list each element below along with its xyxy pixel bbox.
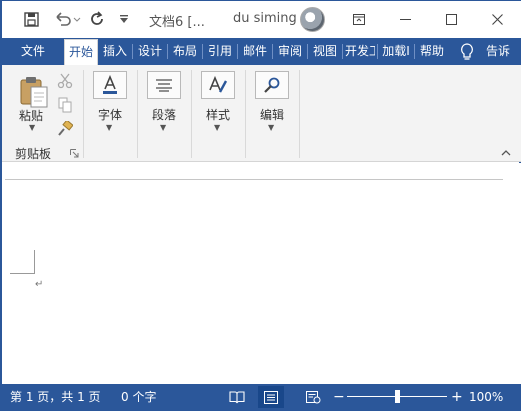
avatar[interactable] <box>300 7 325 32</box>
group-separator <box>299 70 300 158</box>
maximize-icon[interactable] <box>428 1 474 38</box>
group-separator <box>137 70 138 158</box>
read-mode-icon[interactable] <box>224 386 250 408</box>
editing-dropdown-icon[interactable]: ▼ <box>268 123 274 132</box>
editing-group-button[interactable]: 编辑 <box>259 106 285 123</box>
tab-file[interactable]: 文件 <box>2 38 64 65</box>
page-top-edge <box>5 179 503 180</box>
page-count[interactable]: 第 1 页，共 1 页 <box>10 384 101 410</box>
tab-home[interactable]: 开始 <box>64 39 98 65</box>
tab-help[interactable]: 帮助 <box>417 38 447 65</box>
clipboard-launcher-icon[interactable] <box>70 147 79 158</box>
clipboard-group-label: 剪贴板 <box>15 147 52 161</box>
tab-separator <box>167 44 168 59</box>
group-separator <box>245 70 246 158</box>
font-group-button[interactable]: 字体 <box>97 106 123 123</box>
margin-corner-mark <box>10 250 35 274</box>
ribbon-display-options-icon[interactable] <box>336 1 382 38</box>
lightbulb-icon[interactable] <box>457 43 477 61</box>
styles-dropdown-icon[interactable]: ▼ <box>214 123 220 132</box>
paste-button[interactable]: 粘贴 <box>19 107 43 124</box>
zoom-in-button[interactable]: + <box>451 384 463 410</box>
tab-separator <box>272 44 273 59</box>
tab-separator <box>377 44 378 59</box>
font-dropdown-icon[interactable]: ▼ <box>106 123 112 132</box>
tab-mailings[interactable]: 邮件 <box>240 38 270 65</box>
close-icon[interactable] <box>474 1 520 38</box>
paragraph-dropdown-icon[interactable]: ▼ <box>160 123 166 132</box>
collapse-ribbon-icon[interactable] <box>501 149 511 159</box>
paragraph-group-button[interactable]: 段落 <box>151 106 177 123</box>
tab-layout[interactable]: 布局 <box>170 38 200 65</box>
font-group-icon[interactable] <box>93 71 127 99</box>
document-title: 文档6 [... <box>149 15 205 30</box>
tab-view[interactable]: 视图 <box>310 38 340 65</box>
tab-separator <box>414 44 415 59</box>
styles-group-icon[interactable] <box>201 71 235 99</box>
redo-icon[interactable] <box>88 10 106 28</box>
title-bar: 文档6 [... du siming <box>2 1 521 38</box>
ribbon-tab-bar: 文件 开始 插入 设计 布局 引用 邮件 审阅 视图 开发工 加载I 帮助 告诉 <box>2 38 521 65</box>
tab-review[interactable]: 审阅 <box>275 38 305 65</box>
tab-design[interactable]: 设计 <box>135 38 165 65</box>
group-separator <box>83 70 84 158</box>
tab-separator <box>237 44 238 59</box>
status-bar: 第 1 页，共 1 页 0 个字 − + 100% <box>2 384 521 410</box>
paste-dropdown-icon[interactable]: ▼ <box>29 123 35 132</box>
tab-references[interactable]: 引用 <box>205 38 235 65</box>
editing-group-icon[interactable] <box>255 71 289 99</box>
paste-icon[interactable] <box>18 75 50 111</box>
save-icon[interactable] <box>22 10 40 28</box>
print-layout-icon[interactable] <box>258 386 284 408</box>
tab-separator <box>342 44 343 59</box>
tell-me-input[interactable]: 告诉 <box>486 38 510 65</box>
tab-developer[interactable]: 开发工 <box>345 38 375 65</box>
minimize-icon[interactable] <box>382 1 428 38</box>
group-separator <box>191 70 192 158</box>
word-count[interactable]: 0 个字 <box>121 384 156 410</box>
zoom-out-button[interactable]: − <box>333 384 345 410</box>
web-layout-icon[interactable] <box>300 386 326 408</box>
tab-separator <box>132 44 133 59</box>
ribbon-home: 粘贴 ▼ 剪贴板 字体 ▼ 段落 ▼ 样式 ▼ 编辑 ▼ <box>2 65 521 162</box>
tab-separator <box>307 44 308 59</box>
user-name[interactable]: du siming <box>233 11 297 26</box>
word-window: 文档6 [... du siming 文件 开始 插入 设计 布局 引用 邮件 … <box>1 0 521 410</box>
tab-separator <box>202 44 203 59</box>
customize-quick-access-icon[interactable] <box>118 10 130 28</box>
zoom-level[interactable]: 100% <box>469 384 503 410</box>
zoom-slider-thumb[interactable] <box>395 390 400 403</box>
copy-icon[interactable] <box>56 96 74 114</box>
paragraph-mark-icon: ↵ <box>35 279 44 290</box>
paragraph-group-icon[interactable] <box>147 71 181 99</box>
tab-add-ins[interactable]: 加载I <box>380 38 412 65</box>
cut-icon[interactable] <box>56 72 74 90</box>
styles-group-button[interactable]: 样式 <box>205 106 231 123</box>
undo-icon[interactable] <box>54 10 82 28</box>
document-canvas[interactable]: ↵ <box>2 163 521 384</box>
tab-insert[interactable]: 插入 <box>100 38 130 65</box>
format-painter-icon[interactable] <box>56 120 74 138</box>
